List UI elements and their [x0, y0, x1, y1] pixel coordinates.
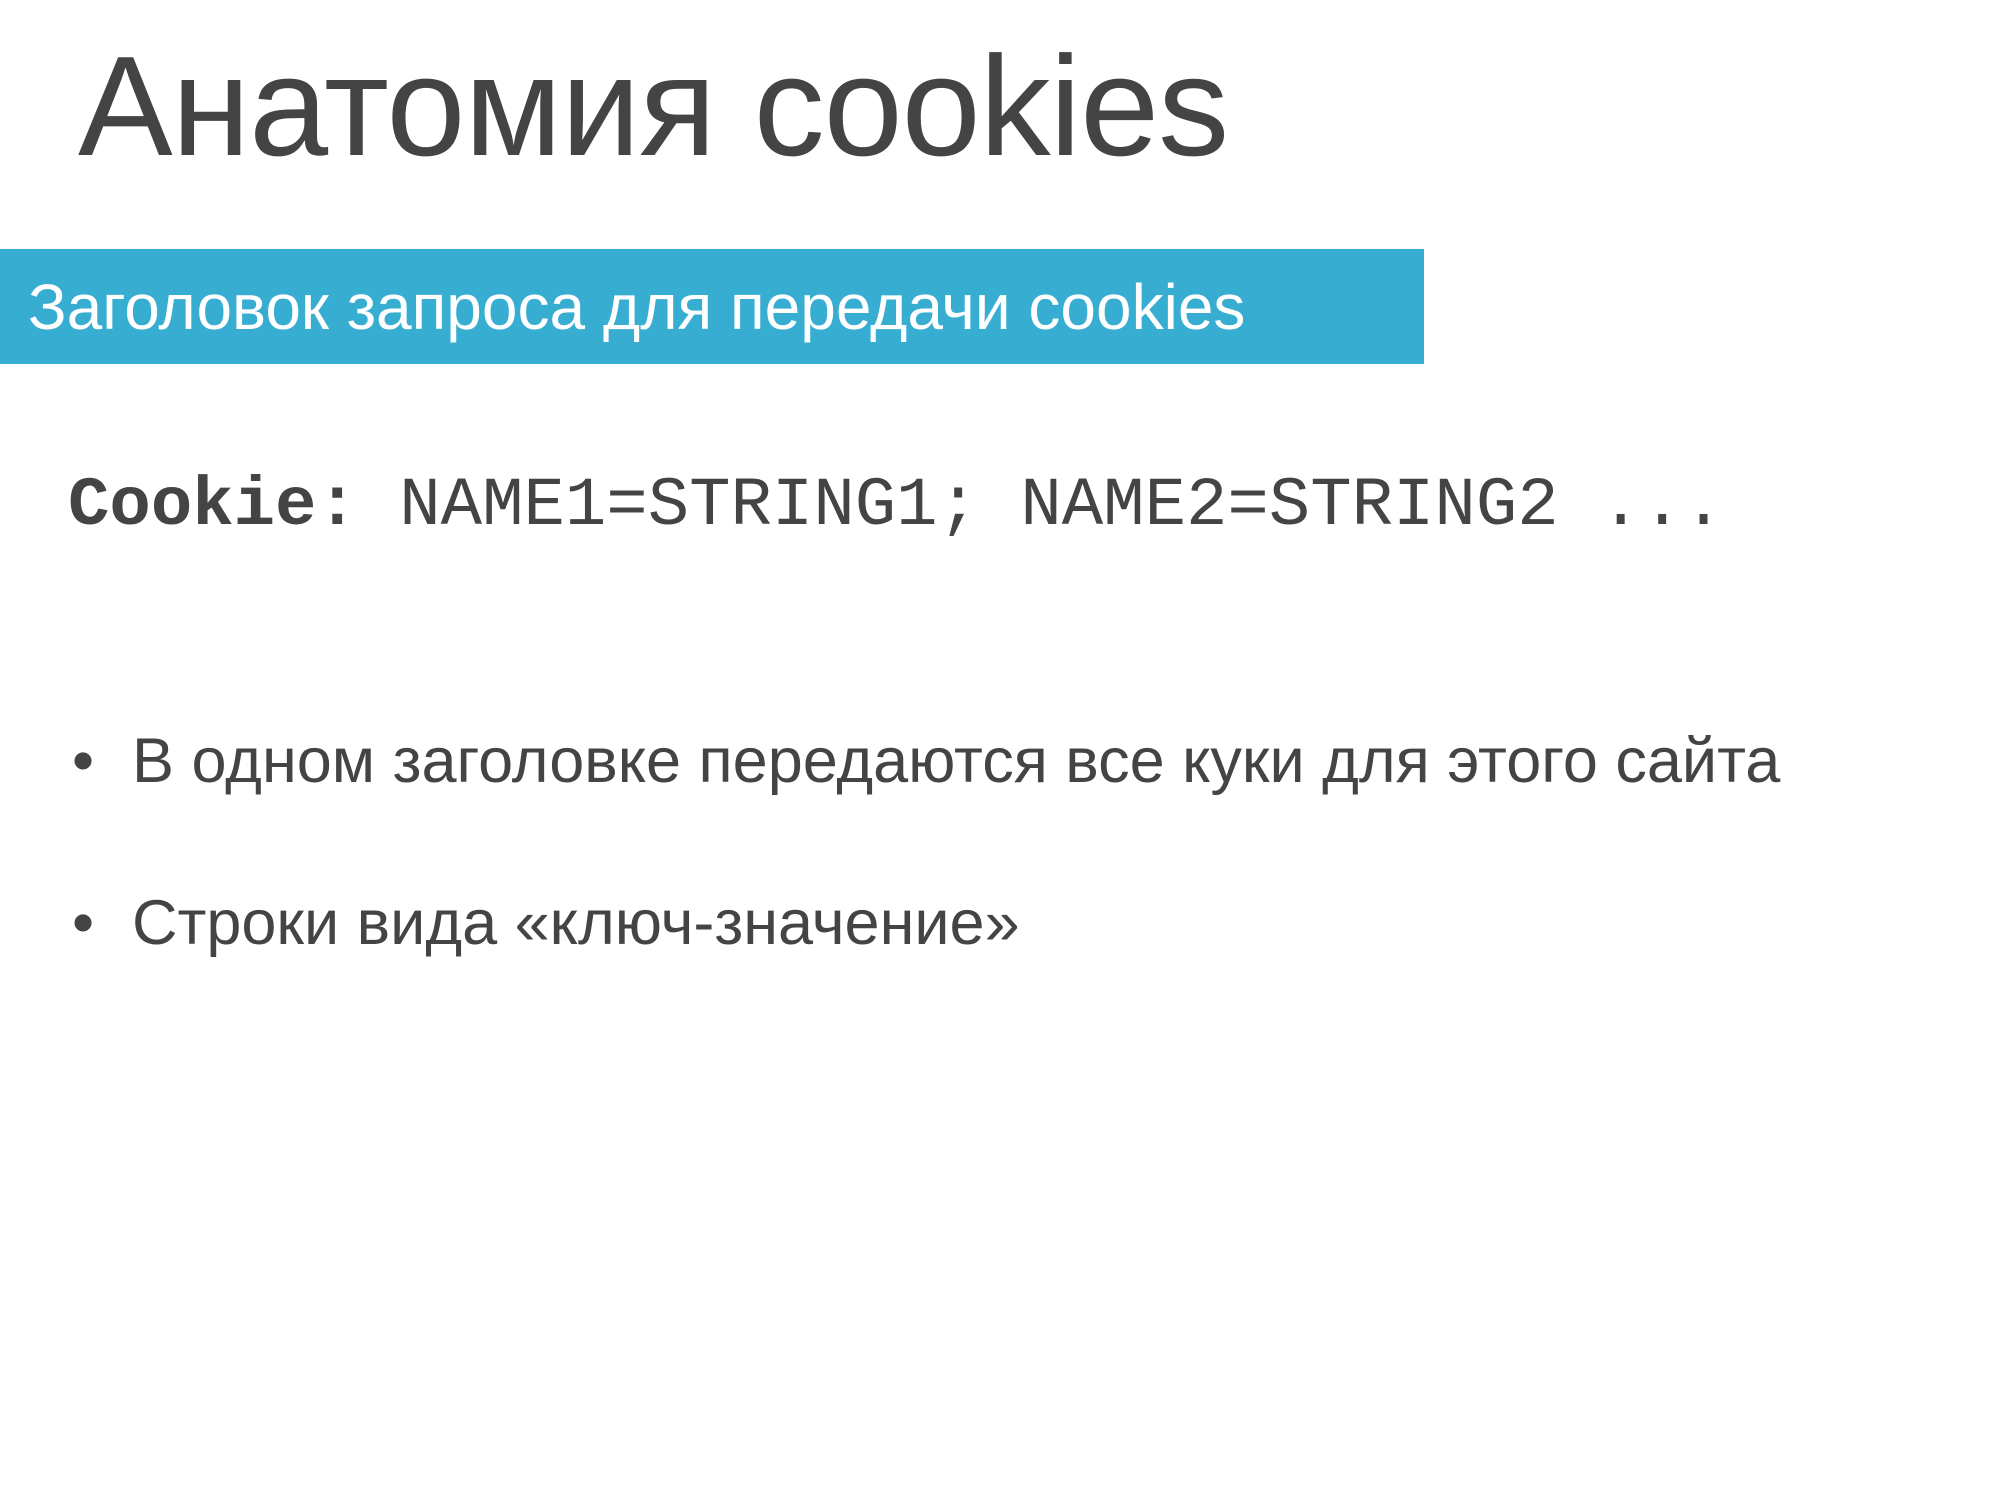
bullet-item: • В одном заголовке передаются все куки …	[68, 720, 1848, 802]
cookie-header-example: Cookie: NAME1=STRING1; NAME2=STRING2 ...	[68, 465, 1724, 548]
bullet-list: • В одном заголовке передаются все куки …	[68, 720, 1848, 1044]
code-header-value: NAME1=STRING1; NAME2=STRING2 ...	[357, 467, 1725, 545]
bullet-text: В одном заголовке передаются все куки дл…	[132, 726, 1781, 796]
bullet-item: • Строки вида «ключ-значение»	[68, 882, 1848, 964]
slide-title: Анатомия cookies	[78, 27, 1229, 186]
slide: Анатомия cookies Заголовок запроса для п…	[0, 0, 2000, 1500]
bullet-dot-icon: •	[71, 888, 95, 958]
banner-text: Заголовок запроса для передачи cookies	[28, 270, 1246, 343]
bullet-dot-icon: •	[71, 726, 95, 796]
bullet-text: Строки вида «ключ-значение»	[132, 888, 1020, 958]
section-banner: Заголовок запроса для передачи cookies	[0, 249, 1424, 364]
code-header-name: Cookie:	[68, 467, 358, 545]
